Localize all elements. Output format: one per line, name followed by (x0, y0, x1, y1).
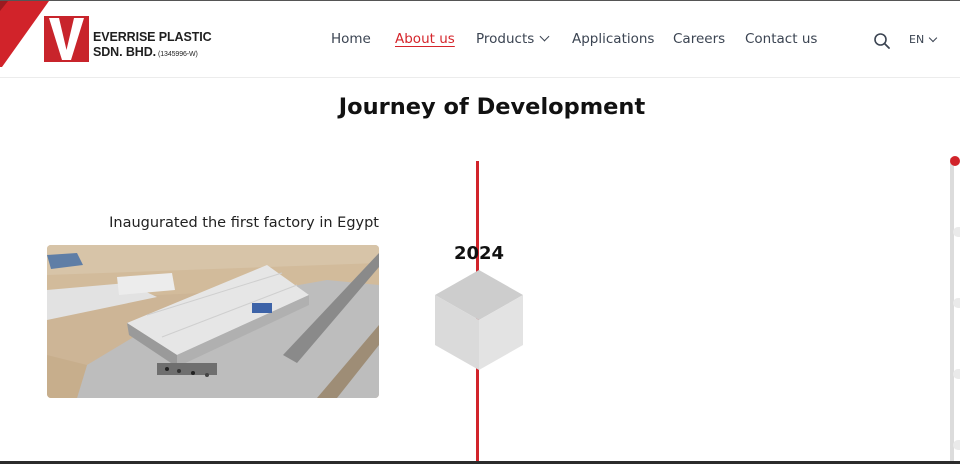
timeline-active-marker[interactable] (950, 156, 960, 166)
corner-ribbon-decoration (0, 1, 49, 67)
search-icon[interactable] (873, 32, 891, 50)
timeline-marker[interactable] (953, 227, 960, 237)
logo-registration: (1345996-W) (158, 51, 198, 58)
logo-v-mark (44, 16, 89, 62)
logo-line1: EVERRISE PLASTIC (93, 30, 212, 44)
language-selector[interactable]: EN (909, 33, 938, 46)
page-title: Journey of Development (338, 94, 646, 120)
nav-contact-us[interactable]: Contact us (745, 31, 817, 47)
language-label: EN (909, 33, 925, 46)
milestone-year: 2024 (453, 243, 505, 264)
chevron-down-icon (539, 31, 550, 42)
factory-photo-illustration (47, 245, 379, 398)
nav-products[interactable]: Products (476, 31, 550, 47)
timeline-scroll-track[interactable] (950, 158, 954, 464)
timeline-marker[interactable] (953, 298, 960, 308)
nav-products-label: Products (476, 31, 535, 47)
site-header: EVERRISE PLASTIC SDN. BHD. (1345996-W) Ho… (0, 1, 960, 78)
nav-careers[interactable]: Careers (673, 31, 725, 47)
timeline-marker[interactable] (953, 440, 960, 450)
logo-line2: SDN. BHD. (93, 45, 156, 59)
nav-applications[interactable]: Applications (572, 31, 654, 47)
logo-wordmark: EVERRISE PLASTIC SDN. BHD. (1345996-W) (93, 30, 212, 62)
cube-icon (435, 270, 523, 370)
company-logo[interactable]: EVERRISE PLASTIC SDN. BHD. (1345996-W) (44, 16, 212, 62)
nav-home[interactable]: Home (331, 31, 371, 47)
nav-about-us[interactable]: About us (395, 31, 455, 47)
milestone-caption: Inaugurated the first factory in Egypt (109, 215, 379, 231)
timeline-marker[interactable] (953, 369, 960, 379)
factory-aerial-photo (47, 245, 379, 398)
chevron-down-icon (928, 33, 938, 43)
